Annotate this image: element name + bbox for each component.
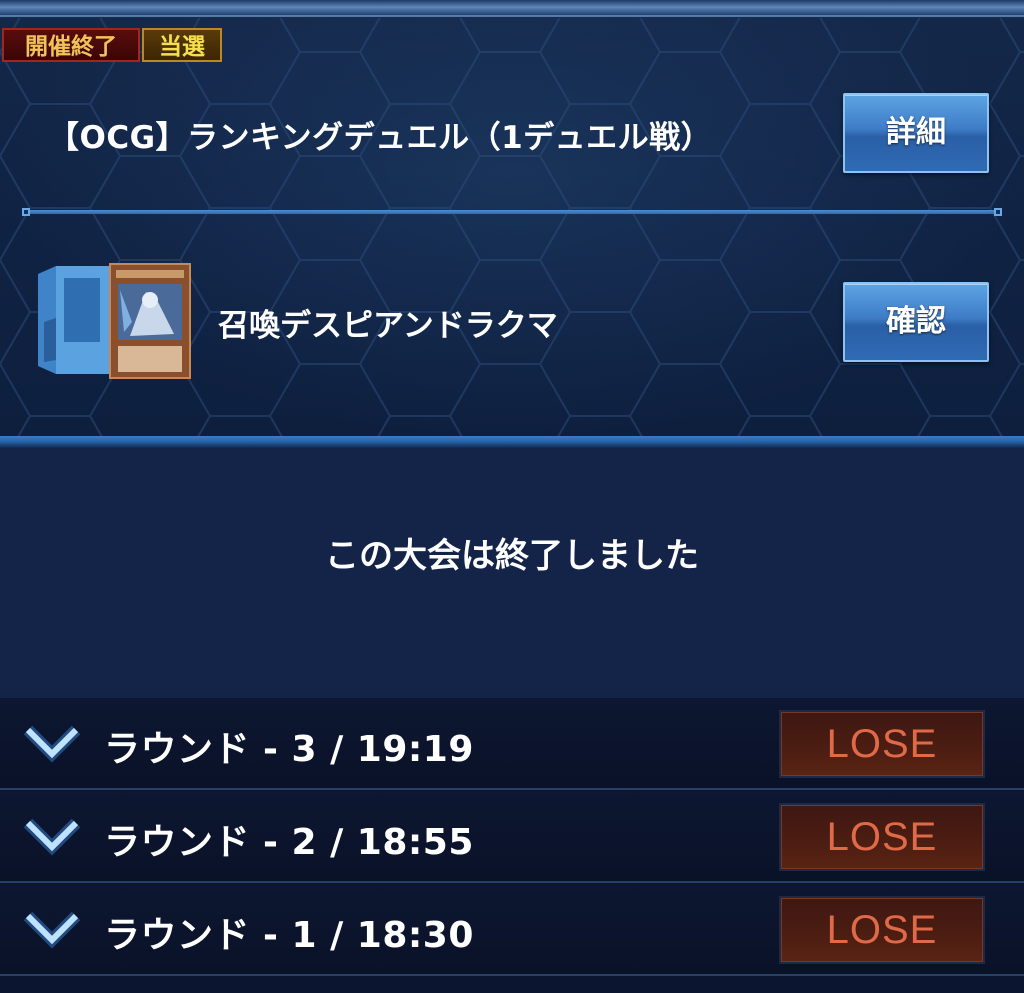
- result-badge-top: 当選: [142, 28, 222, 62]
- round-label: ラウンド - 1 / 18:30: [104, 915, 474, 956]
- panel-top-edge: [0, 0, 1024, 18]
- tournament-ended-message: この大会は終了しました: [325, 536, 699, 576]
- lose-badge: LOSE: [779, 710, 985, 778]
- status-badge: 開催終了: [2, 28, 140, 62]
- tournament-panel: 開催終了 当選 【OCG】ランキングデュエル（1デュエル戦） 詳細 召喚デスピア…: [0, 0, 1024, 438]
- chevron-down-icon[interactable]: [22, 906, 82, 950]
- tournament-title: 【OCG】ランキングデュエル（1デュエル戦）: [48, 120, 713, 156]
- bottom-strip: [0, 976, 1024, 993]
- round-label: ラウンド - 2 / 18:55: [104, 822, 474, 863]
- round-label: ラウンド - 3 / 19:19: [104, 729, 474, 770]
- round-row[interactable]: ラウンド - 2 / 18:55 LOSE: [0, 791, 1024, 883]
- chevron-down-icon[interactable]: [22, 720, 82, 764]
- panel-bottom-edge: [0, 436, 1024, 448]
- round-row[interactable]: ラウンド - 1 / 18:30 LOSE: [0, 884, 1024, 976]
- detail-button[interactable]: 詳細: [843, 93, 989, 173]
- confirm-button[interactable]: 確認: [843, 282, 989, 362]
- chevron-down-icon[interactable]: [22, 813, 82, 857]
- round-row[interactable]: ラウンド - 3 / 19:19 LOSE: [0, 698, 1024, 790]
- divider: [22, 208, 1002, 216]
- lose-badge: LOSE: [779, 896, 985, 964]
- lose-badge: LOSE: [779, 803, 985, 871]
- deck-name: 召喚デスピアンドラクマ: [218, 308, 558, 344]
- deck-box-icon: [38, 263, 191, 379]
